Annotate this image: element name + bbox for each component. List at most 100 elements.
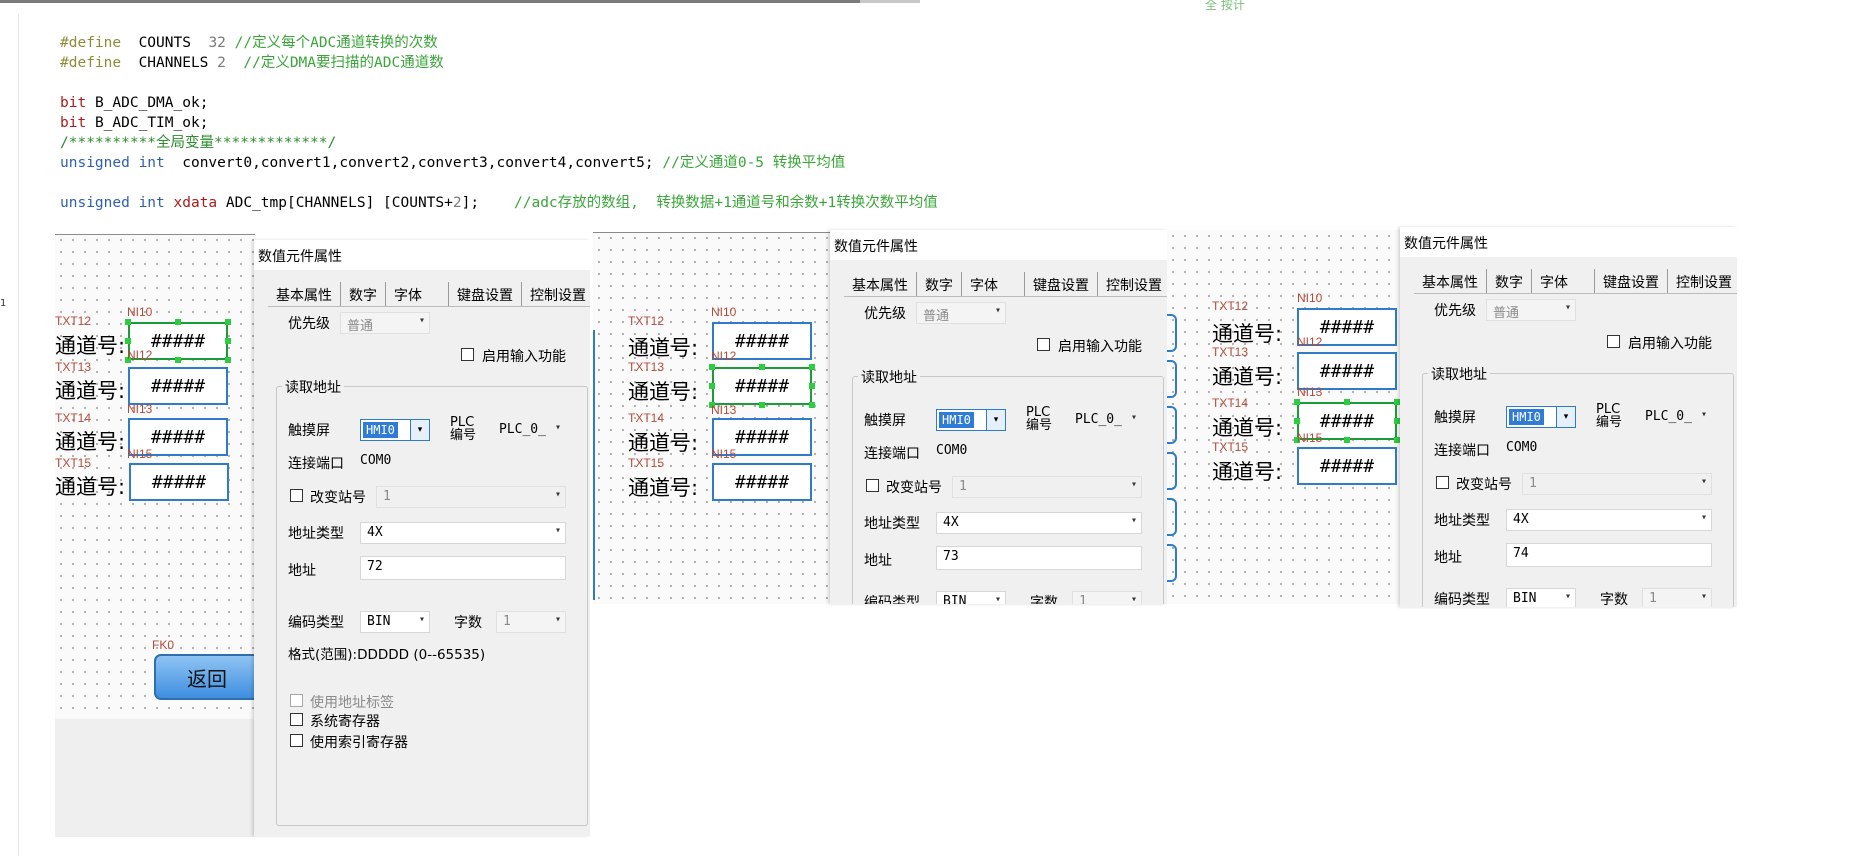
read-address-label: 读取地址 (1428, 364, 1490, 384)
tab-basic[interactable]: 基本属性 (844, 272, 916, 296)
read-address-label: 读取地址 (282, 377, 344, 397)
chevron-down-icon[interactable]: ▾ (1556, 407, 1575, 427)
encode-select[interactable]: BIN ▾ (1506, 588, 1576, 607)
numeric-input-ni12[interactable]: ##### (128, 367, 228, 405)
selection-handle[interactable] (225, 357, 231, 363)
addr-type-select[interactable]: 4X ▾ (936, 512, 1142, 534)
ni-label: NI15 (711, 447, 737, 461)
change-station-checkbox[interactable] (1436, 476, 1449, 489)
ni-label: NI12 (1297, 335, 1323, 349)
encode-select[interactable]: BIN ▾ (936, 591, 1006, 604)
address-input[interactable]: 74 (1506, 543, 1712, 567)
addr-type-select[interactable]: 4X ▾ (1506, 509, 1712, 531)
selection-handle[interactable] (1344, 437, 1350, 443)
numeric-input-ni15[interactable]: ##### (1297, 447, 1397, 485)
use-addr-tag-checkbox[interactable] (290, 694, 303, 707)
selection-handle[interactable] (125, 338, 131, 344)
encode-value: BIN (943, 594, 967, 604)
touch-value: HMI0 (1509, 409, 1544, 425)
words-select[interactable]: 1 ▾ (496, 611, 566, 633)
edge-control (1167, 360, 1177, 398)
property-dialog-3[interactable]: 数值元件属性 基本属性 数字 字体 键盘设置 控制设置 优先级 普通 ▾ 启用输入… (1400, 227, 1737, 607)
touch-label: 触摸屏 (1434, 410, 1476, 426)
numeric-input-ni15[interactable]: ##### (712, 463, 812, 501)
tab-control[interactable]: 控制设置 (1097, 272, 1167, 296)
selection-handle[interactable] (809, 383, 815, 389)
numeric-input-ni12[interactable]: ##### (712, 367, 812, 405)
change-station-checkbox[interactable] (866, 479, 879, 492)
selection-handle[interactable] (809, 364, 815, 370)
edge-control (1167, 498, 1177, 536)
selection-handle[interactable] (175, 319, 181, 325)
tab-basic[interactable]: 基本属性 (1414, 269, 1486, 293)
station-select[interactable]: 1 ▾ (1522, 473, 1712, 495)
selection-handle[interactable] (709, 383, 715, 389)
touch-select[interactable]: HMI0 ▾ (1506, 406, 1576, 428)
tab-number[interactable]: 数字 (916, 272, 961, 296)
chevron-down-icon[interactable]: ▾ (410, 420, 429, 440)
ni-label: NI13 (1297, 385, 1323, 399)
touch-select[interactable]: HMI0 ▾ (360, 419, 430, 441)
words-select[interactable]: 1 ▾ (1072, 591, 1142, 604)
tab-keyboard[interactable]: 键盘设置 (1594, 269, 1667, 293)
selection-handle[interactable] (1294, 399, 1300, 405)
property-dialog-1[interactable]: 数值元件属性 基本属性 数字 字体 键盘设置 控制设置 优先级 普通 ▾ 启用输入… (254, 240, 590, 836)
priority-label: 优先级 (1434, 303, 1476, 319)
address-input[interactable]: 73 (936, 546, 1142, 570)
plc-select[interactable]: PLC_0_ ▾ (1642, 406, 1712, 428)
property-dialog-2[interactable]: 数值元件属性 基本属性 数字 字体 键盘设置 控制设置 优先级 普通 ▾ 启用输入… (830, 230, 1167, 604)
touch-select[interactable]: HMI0 ▾ (936, 409, 1006, 431)
numeric-input-ni15[interactable]: ##### (129, 463, 229, 501)
tab-font[interactable]: 字体 (961, 272, 1024, 296)
change-station-checkbox[interactable] (290, 489, 303, 502)
tab-font[interactable]: 字体 (385, 282, 448, 306)
station-select[interactable]: 1 ▾ (376, 486, 566, 508)
priority-select[interactable]: 普通 ▾ (916, 302, 1006, 324)
selection-handle[interactable] (709, 364, 715, 370)
plc-label-line2: 编号 (1596, 415, 1623, 430)
plc-label-line2: 编号 (450, 428, 477, 443)
index-register-checkbox[interactable] (290, 734, 303, 747)
tab-control[interactable]: 控制设置 (1667, 269, 1737, 293)
tab-basic[interactable]: 基本属性 (268, 282, 340, 306)
touch-value: HMI0 (363, 422, 398, 438)
station-select[interactable]: 1 ▾ (952, 476, 1142, 498)
tab-number[interactable]: 数字 (1486, 269, 1531, 293)
ni-label: NI12 (127, 348, 153, 362)
priority-select[interactable]: 普通 ▾ (340, 312, 430, 334)
selection-handle[interactable] (225, 319, 231, 325)
enable-input-checkbox[interactable] (1607, 335, 1620, 348)
plc-select[interactable]: PLC_0_ ▾ (1072, 409, 1142, 431)
priority-select[interactable]: 普通 ▾ (1486, 299, 1576, 321)
plc-select[interactable]: PLC_0_ ▾ (496, 419, 566, 441)
selection-handle[interactable] (759, 402, 765, 408)
use-addr-tag-label: 使用地址标签 (310, 695, 394, 711)
channel-label: 通道号: (55, 430, 126, 454)
tab-number[interactable]: 数字 (340, 282, 385, 306)
txt-label: TXT13 (628, 360, 665, 374)
selection-handle[interactable] (1294, 418, 1300, 424)
selection-handle[interactable] (1344, 399, 1350, 405)
addr-type-select[interactable]: 4X ▾ (360, 522, 566, 544)
words-select[interactable]: 1 ▾ (1642, 588, 1712, 607)
return-button[interactable]: 返回 (154, 654, 260, 700)
selection-handle[interactable] (809, 402, 815, 408)
tab-font[interactable]: 字体 (1531, 269, 1594, 293)
chevron-down-icon: ▾ (1130, 594, 1137, 604)
selection-handle[interactable] (175, 357, 181, 363)
chevron-down-icon: ▾ (994, 305, 1001, 316)
chevron-down-icon[interactable]: ▾ (986, 410, 1005, 430)
selection-handle[interactable] (759, 364, 765, 370)
tab-keyboard[interactable]: 键盘设置 (1024, 272, 1097, 296)
tab-divider (844, 296, 1167, 297)
enable-input-checkbox[interactable] (1037, 338, 1050, 351)
tab-control[interactable]: 控制设置 (521, 282, 590, 306)
tab-keyboard[interactable]: 键盘设置 (448, 282, 521, 306)
encode-select[interactable]: BIN ▾ (360, 611, 430, 633)
selection-handle[interactable] (225, 338, 231, 344)
enable-input-checkbox[interactable] (461, 348, 474, 361)
sys-register-checkbox[interactable] (290, 713, 303, 726)
selection-handle[interactable] (125, 319, 131, 325)
address-input[interactable]: 72 (360, 556, 566, 580)
words-label: 字数 (1030, 595, 1058, 604)
